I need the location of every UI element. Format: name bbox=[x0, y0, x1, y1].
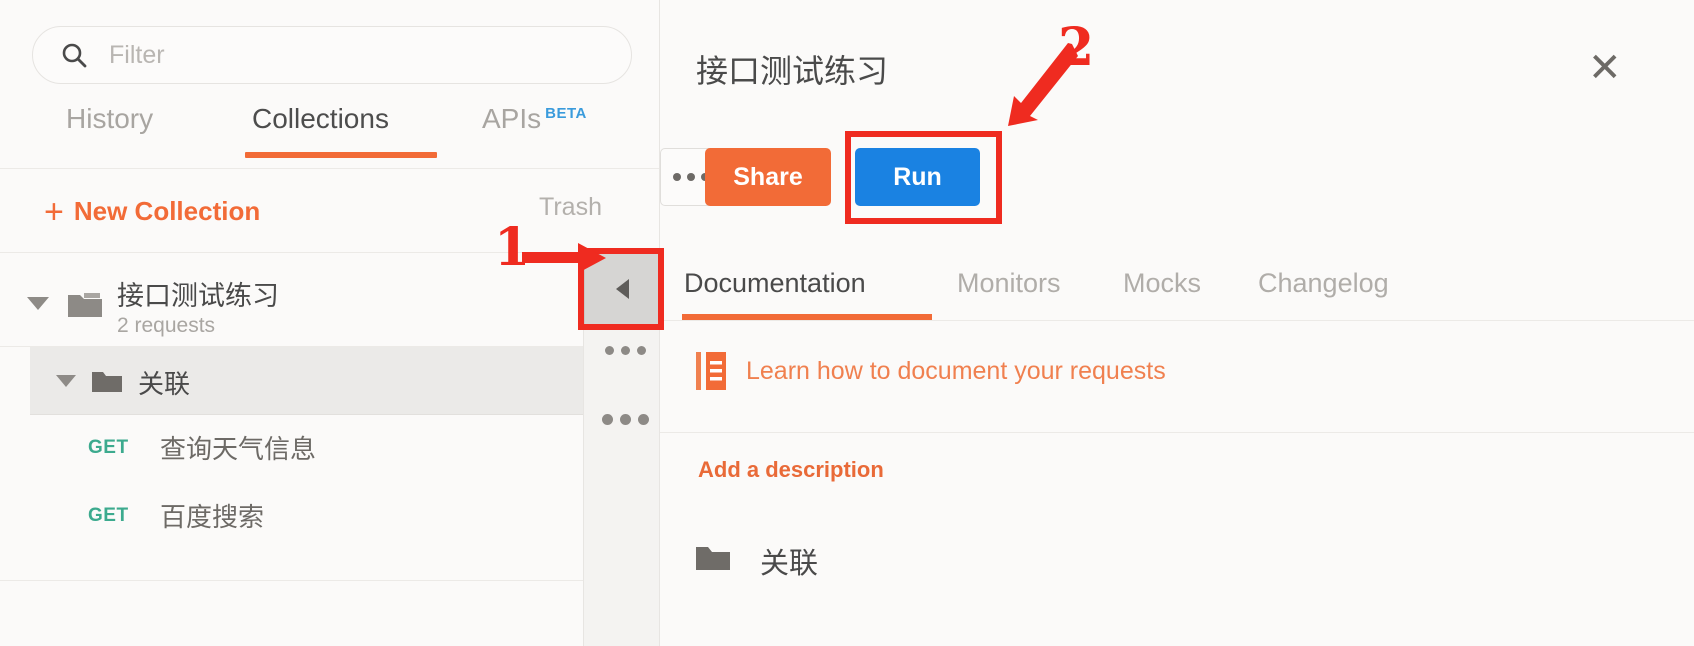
request-method: GET bbox=[88, 505, 129, 526]
active-panel-tab-indicator bbox=[682, 314, 932, 320]
chevron-left-icon bbox=[615, 279, 629, 299]
page-title: 接口测试练习 bbox=[696, 53, 889, 89]
panel-button-row: Share Run bbox=[660, 148, 1694, 208]
folder-more-menu[interactable] bbox=[602, 414, 649, 425]
request-row[interactable]: GET 查询天气信息 bbox=[0, 415, 660, 483]
tab-changelog-label: Changelog bbox=[1258, 268, 1389, 298]
search-icon bbox=[61, 42, 87, 68]
dot bbox=[687, 173, 695, 181]
filter-search-box[interactable] bbox=[32, 26, 632, 84]
tab-mocks[interactable]: Mocks bbox=[1123, 268, 1201, 299]
panel-tabs: Documentation Monitors Mocks Changelog bbox=[660, 258, 1694, 321]
tab-monitors[interactable]: Monitors bbox=[957, 268, 1061, 299]
sidebar-tabs: History Collections APIs BETA bbox=[0, 95, 660, 169]
folder-icon bbox=[92, 370, 122, 399]
trash-button[interactable]: Trash bbox=[539, 193, 602, 222]
tab-mocks-label: Mocks bbox=[1123, 268, 1202, 298]
document-icon bbox=[696, 352, 726, 390]
tab-documentation[interactable]: Documentation bbox=[684, 268, 866, 299]
tab-monitors-label: Monitors bbox=[957, 268, 1061, 298]
tree-divider bbox=[0, 580, 660, 581]
learn-documentation-link[interactable]: Learn how to document your requests bbox=[696, 352, 1166, 390]
dot bbox=[637, 346, 646, 355]
request-name: 百度搜索 bbox=[160, 502, 265, 532]
trash-label: Trash bbox=[539, 193, 602, 221]
folder-name: 关联 bbox=[138, 369, 191, 399]
collection-folder-icon bbox=[68, 291, 104, 324]
doc-folder-item[interactable]: 关联 bbox=[696, 540, 818, 582]
collection-more-menu[interactable] bbox=[605, 346, 646, 355]
tab-apis-label: APIs bbox=[482, 103, 542, 134]
dot bbox=[602, 414, 613, 425]
add-description-link[interactable]: Add a description bbox=[698, 457, 884, 483]
tab-changelog[interactable]: Changelog bbox=[1258, 268, 1389, 299]
tab-collections[interactable]: Collections bbox=[252, 103, 389, 135]
tab-documentation-label: Documentation bbox=[684, 268, 866, 298]
panel-divider bbox=[659, 0, 660, 646]
collection-name: 接口测试练习 bbox=[117, 281, 279, 311]
collapse-sidebar-button[interactable] bbox=[584, 253, 660, 325]
content-divider bbox=[660, 432, 1694, 433]
documentation-panel: 接口测试练习 ✕ Share Run Documentation Monitor… bbox=[660, 0, 1694, 646]
request-name: 查询天气信息 bbox=[160, 434, 317, 464]
chevron-down-icon[interactable] bbox=[27, 297, 49, 310]
chevron-down-icon[interactable] bbox=[56, 375, 76, 387]
run-button[interactable]: Run bbox=[855, 148, 980, 206]
folder-row-guanlian[interactable]: 关联 bbox=[30, 347, 660, 415]
dot bbox=[621, 346, 630, 355]
dot bbox=[620, 414, 631, 425]
collection-row[interactable]: 接口测试练习 2 requests bbox=[0, 252, 660, 347]
close-icon[interactable]: ✕ bbox=[1588, 48, 1622, 88]
tab-history[interactable]: History bbox=[66, 103, 153, 135]
folder-icon bbox=[696, 545, 730, 577]
collection-tree: 接口测试练习 2 requests 关联 GET 查询天气信息 GET 百度搜索 bbox=[0, 252, 660, 581]
learn-documentation-label: Learn how to document your requests bbox=[746, 356, 1166, 385]
dot bbox=[673, 173, 681, 181]
request-method: GET bbox=[88, 437, 129, 458]
dot bbox=[605, 346, 614, 355]
sidebar: History Collections APIsBETA + New Collec… bbox=[0, 0, 661, 646]
tab-collections-label: Collections bbox=[252, 103, 389, 134]
tab-history-label: History bbox=[66, 103, 154, 134]
active-tab-indicator bbox=[245, 152, 437, 158]
beta-badge: BETA bbox=[545, 104, 587, 122]
ellipsis-icon bbox=[673, 173, 709, 181]
search-input[interactable] bbox=[107, 39, 541, 71]
dot bbox=[638, 414, 649, 425]
doc-folder-name: 关联 bbox=[760, 548, 819, 580]
postman-collection-screen: 小煜云 History Collections bbox=[0, 0, 1694, 646]
tab-apis[interactable]: APIs BETA bbox=[482, 103, 587, 135]
plus-icon: + bbox=[44, 193, 64, 231]
new-collection-button[interactable]: + New Collection bbox=[44, 190, 261, 231]
sidebar-action-bar: + New Collection Trash bbox=[0, 168, 660, 253]
request-row[interactable]: GET 百度搜索 bbox=[0, 483, 660, 551]
share-button[interactable]: Share bbox=[705, 148, 831, 206]
collection-request-count: 2 requests bbox=[117, 314, 216, 337]
new-collection-label: New Collection bbox=[73, 196, 261, 226]
